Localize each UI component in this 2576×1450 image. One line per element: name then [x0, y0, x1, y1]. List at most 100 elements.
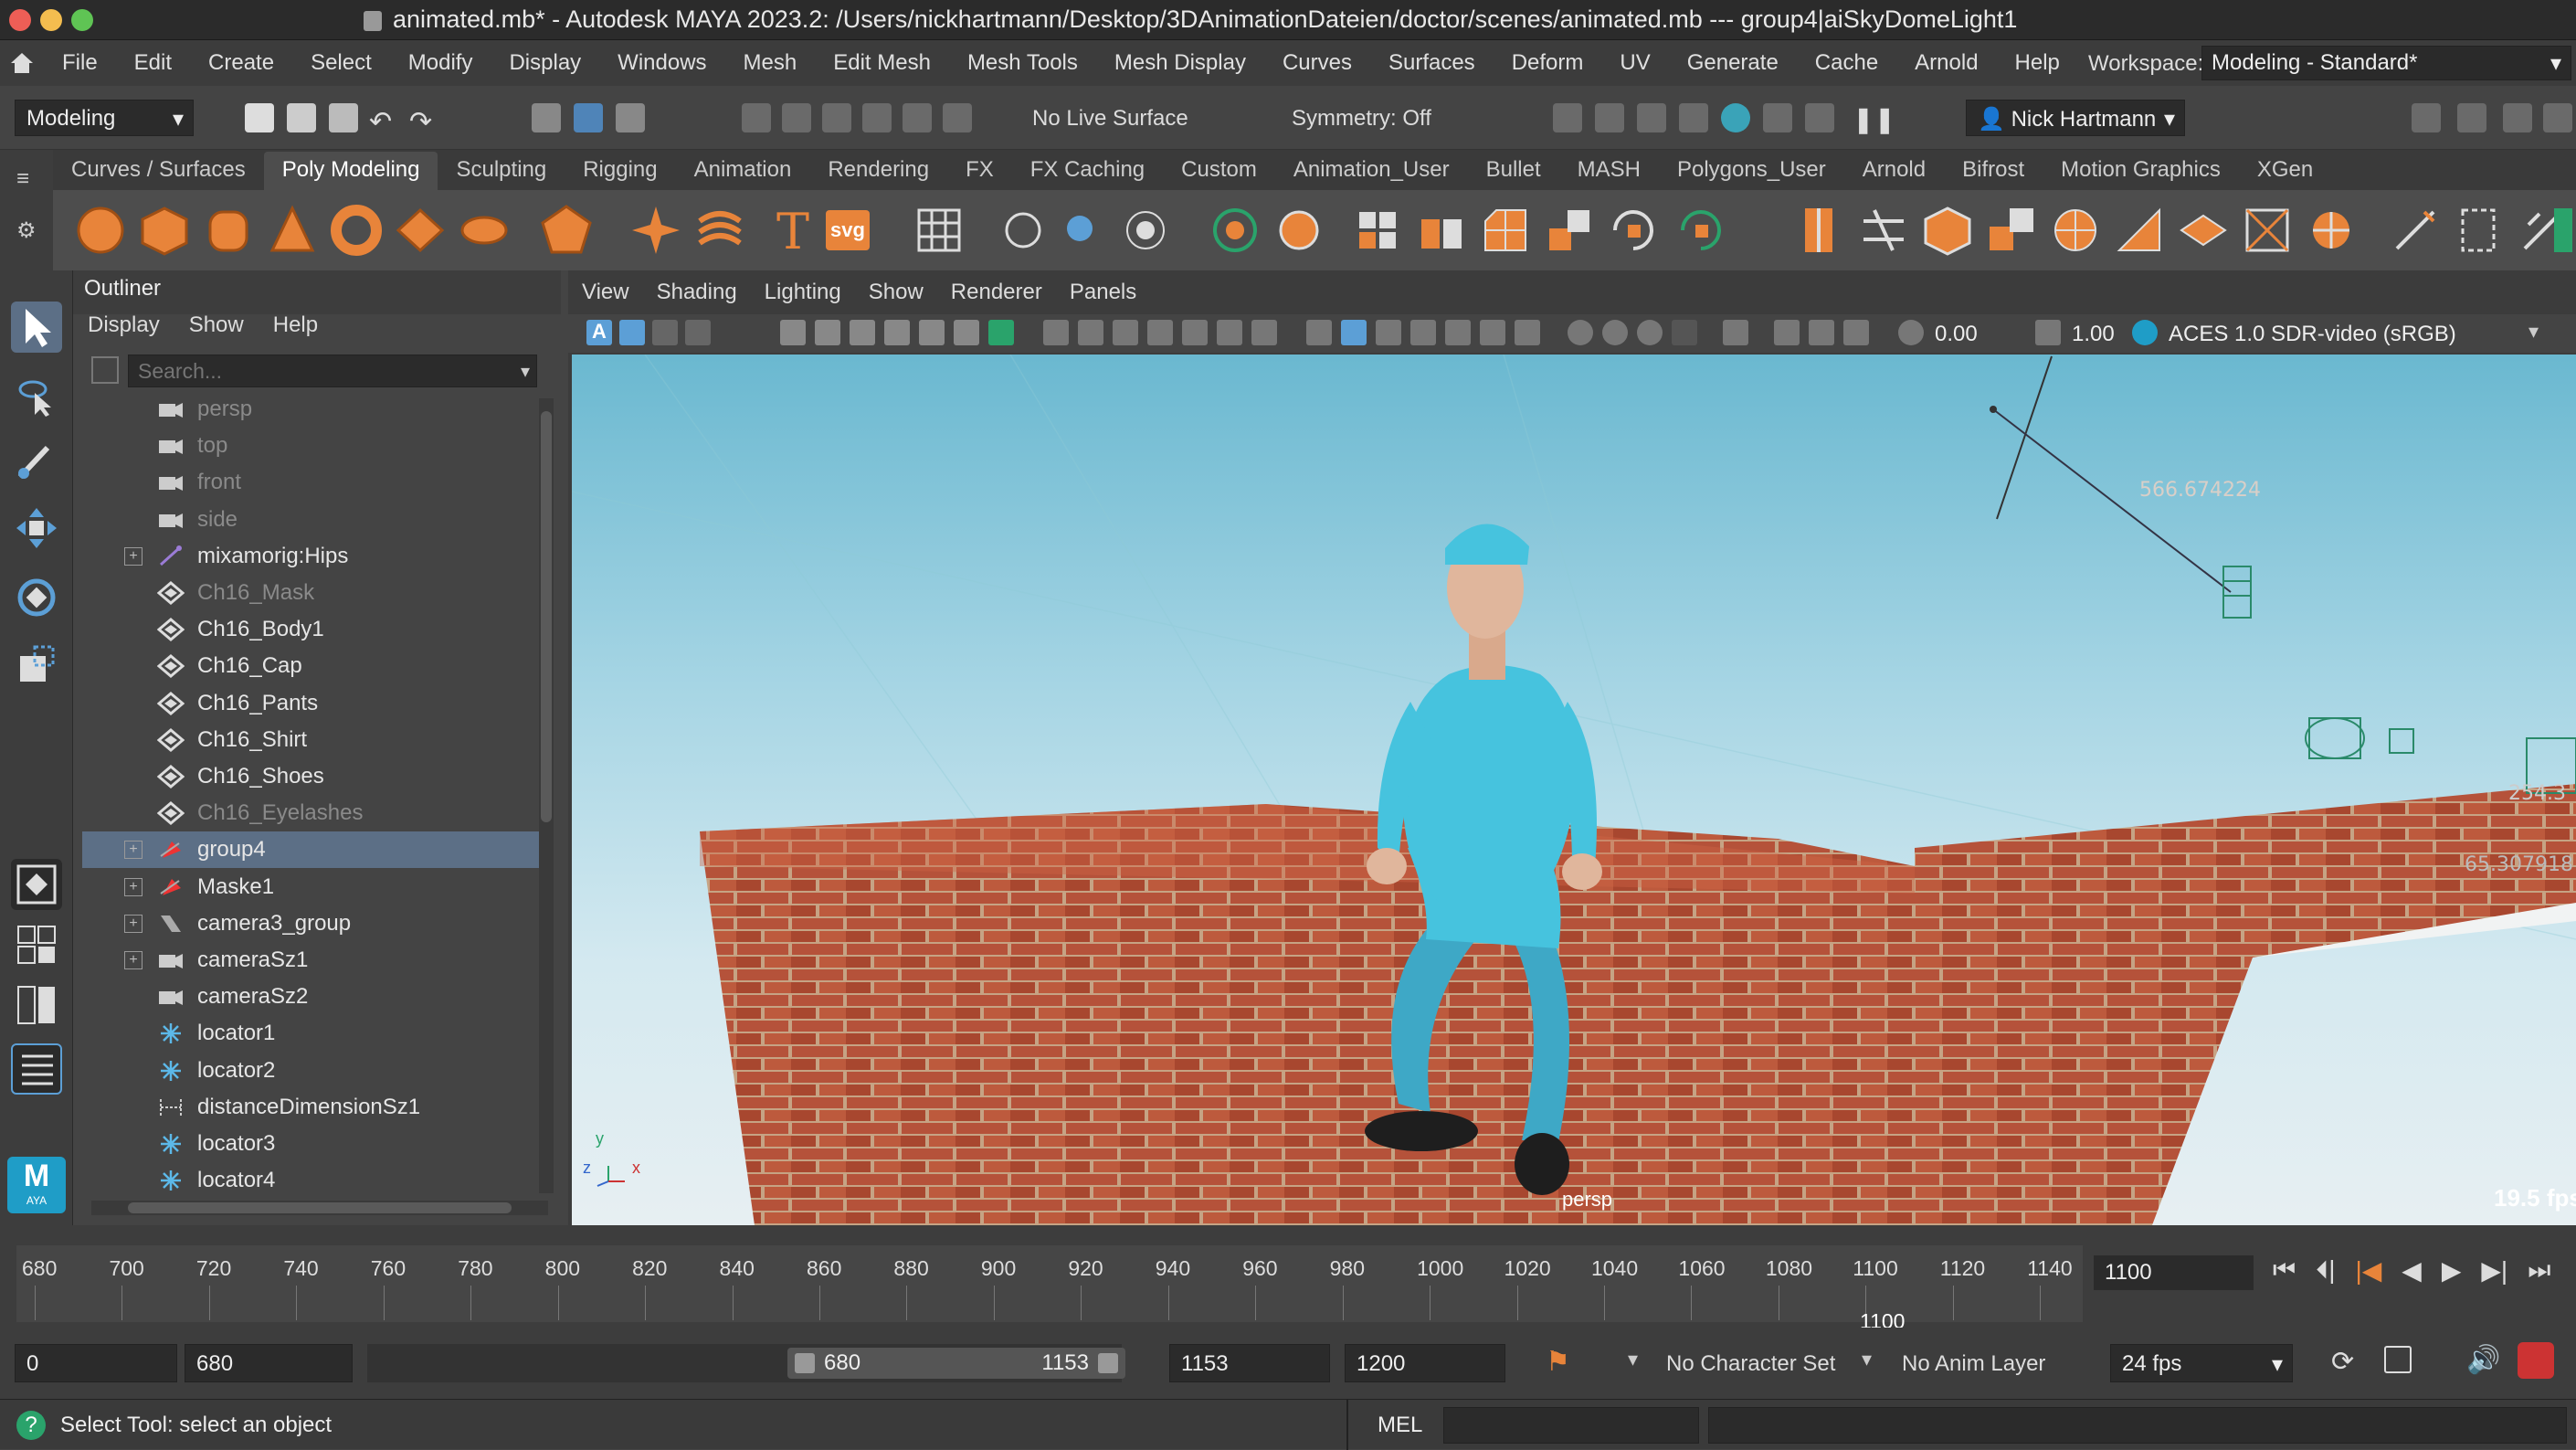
shelf-tab-sculpting[interactable]: Sculpting	[438, 152, 565, 190]
boolean-icon[interactable]	[1208, 203, 1262, 258]
redo-icon[interactable]: ↷	[409, 106, 432, 138]
pause-icon[interactable]: ❚❚	[1853, 104, 1895, 134]
single-view-icon[interactable]	[11, 859, 62, 910]
filter-icon[interactable]	[91, 356, 119, 384]
play-forwards-icon[interactable]: ▶	[2442, 1255, 2462, 1286]
outliner-search-input[interactable]	[128, 355, 537, 387]
outliner-horizontal-scrollbar[interactable]	[91, 1201, 548, 1215]
snap-curve-icon[interactable]	[782, 103, 811, 132]
fill-hole-icon[interactable]	[1606, 203, 1661, 258]
outliner-scroll-thumb[interactable]	[541, 411, 552, 822]
xray-icon[interactable]	[1774, 320, 1800, 345]
poly-torus-icon[interactable]	[329, 203, 384, 258]
render-view-icon[interactable]	[1553, 103, 1582, 132]
sound-icon[interactable]: 🔊	[2466, 1344, 2500, 1376]
insert-edge-loop-icon[interactable]	[1792, 203, 1847, 258]
menu-arnold[interactable]: Arnold	[1896, 50, 1996, 76]
lock-camera-icon[interactable]	[919, 320, 945, 345]
anim-layer-select[interactable]: No Anim Layer	[1902, 1351, 2045, 1377]
menu-create[interactable]: Create	[190, 50, 292, 76]
menu-display[interactable]: Display	[491, 50, 599, 76]
menu-surfaces[interactable]: Surfaces	[1370, 50, 1494, 76]
menu-uv[interactable]: UV	[1601, 50, 1668, 76]
menu-curves[interactable]: Curves	[1264, 50, 1370, 76]
minimize-window-button[interactable]	[40, 9, 62, 31]
xray-active-icon[interactable]	[1809, 320, 1834, 345]
shelf-tab-animation[interactable]: Animation	[676, 152, 810, 190]
safe-action-icon[interactable]	[1217, 320, 1242, 345]
menu-modify[interactable]: Modify	[390, 50, 491, 76]
bevel-icon[interactable]	[1478, 203, 1533, 258]
menu-mesh-display[interactable]: Mesh Display	[1096, 50, 1264, 76]
textured-icon[interactable]	[1445, 320, 1471, 345]
use-all-lights-icon[interactable]	[1480, 320, 1505, 345]
outliner-row[interactable]: + cameraSz1	[82, 942, 539, 979]
arnold-render-icon[interactable]	[1805, 103, 1834, 132]
hypershade-icon[interactable]	[1721, 103, 1750, 132]
user-account-button[interactable]: 👤 Nick Hartmann ▾	[1966, 100, 2185, 136]
locator-point[interactable]	[1990, 406, 1997, 413]
playback-end-field[interactable]: 1153	[1169, 1344, 1330, 1382]
field-chart-icon[interactable]	[1182, 320, 1208, 345]
viewport-menu-shading[interactable]: Shading	[643, 280, 751, 312]
playback-start-field[interactable]: 680	[185, 1344, 353, 1382]
channel-box-icon[interactable]	[2543, 103, 2572, 132]
live-surface-label[interactable]: No Live Surface	[1032, 106, 1188, 132]
outliner-hscroll-thumb[interactable]	[128, 1202, 512, 1213]
poly-cylinder-icon[interactable]	[201, 203, 256, 258]
menu-windows[interactable]: Windows	[599, 50, 724, 76]
render-frame-icon[interactable]	[1595, 103, 1624, 132]
color-space-select[interactable]: ACES 1.0 SDR-video (sRGB)	[2169, 322, 2456, 347]
chevron-down-icon[interactable]: ▾	[521, 360, 530, 383]
motion-blur-icon[interactable]	[1602, 320, 1628, 345]
poly-disc-icon[interactable]	[457, 203, 512, 258]
outliner-row[interactable]: Ch16_Body1	[82, 611, 539, 648]
reduce-icon[interactable]	[1673, 203, 1728, 258]
bookmarks-icon[interactable]	[652, 320, 678, 345]
new-scene-icon[interactable]	[245, 103, 274, 132]
separate-icon[interactable]	[1058, 203, 1113, 258]
loop-icon[interactable]: ⟳	[2331, 1346, 2354, 1378]
uv-editor-icon[interactable]	[2388, 203, 2443, 258]
shelf-tab-poly-modeling[interactable]: Poly Modeling	[263, 152, 438, 190]
outliner-vertical-scrollbar[interactable]	[539, 398, 554, 1193]
select-component-icon[interactable]	[616, 103, 645, 132]
shelf-tab-mash[interactable]: MASH	[1559, 152, 1659, 190]
step-forward-frame-icon[interactable]: ▶|	[2481, 1255, 2507, 1286]
rotate-tool-icon[interactable]	[11, 572, 62, 623]
expand-icon[interactable]: +	[124, 546, 143, 566]
gamma-icon[interactable]	[2035, 320, 2061, 345]
append-polygon-icon[interactable]	[1542, 203, 1597, 258]
character-set-select[interactable]: No Character Set	[1666, 1351, 1835, 1377]
super-shape-icon[interactable]	[628, 203, 683, 258]
outliner-row[interactable]: distanceDimensionSz1	[82, 1089, 539, 1126]
outliner-row[interactable]: front	[82, 464, 539, 501]
target-weld-icon[interactable]	[1920, 203, 1975, 258]
snap-point-icon[interactable]	[822, 103, 851, 132]
ipr-render-icon[interactable]	[1637, 103, 1666, 132]
menu-edit[interactable]: Edit	[116, 50, 190, 76]
film-gate-icon[interactable]	[1078, 320, 1103, 345]
two-view-icon[interactable]	[11, 979, 62, 1031]
outliner-menu-show[interactable]: Show	[174, 312, 259, 338]
shadows-icon[interactable]	[1515, 320, 1540, 345]
range-start-handle[interactable]	[795, 1353, 815, 1373]
step-back-key-icon[interactable]: ⏴|	[2316, 1255, 2335, 1286]
grid-icon[interactable]	[912, 203, 966, 258]
isolate-select-icon[interactable]	[1723, 320, 1748, 345]
fps-select[interactable]: 24 fps ▾	[2110, 1344, 2293, 1382]
poly-plane-icon[interactable]	[393, 203, 448, 258]
planar-uv-icon[interactable]	[2240, 203, 2295, 258]
combine-icon[interactable]	[996, 203, 1050, 258]
tool-settings-icon[interactable]	[2503, 103, 2532, 132]
snap-camera-icon[interactable]	[954, 320, 979, 345]
undo-icon[interactable]: ↶	[369, 106, 392, 138]
menu-select[interactable]: Select	[292, 50, 390, 76]
viewport-menu-renderer[interactable]: Renderer	[937, 280, 1056, 312]
shelf-tab-fx-caching[interactable]: FX Caching	[1012, 152, 1163, 190]
smooth-icon[interactable]	[1118, 203, 1173, 258]
cache-playback-icon[interactable]	[2384, 1346, 2412, 1373]
menu-mesh-tools[interactable]: Mesh Tools	[949, 50, 1096, 76]
script-language-toggle[interactable]: MEL	[1378, 1413, 1422, 1438]
depth-of-field-icon[interactable]	[1672, 320, 1697, 345]
